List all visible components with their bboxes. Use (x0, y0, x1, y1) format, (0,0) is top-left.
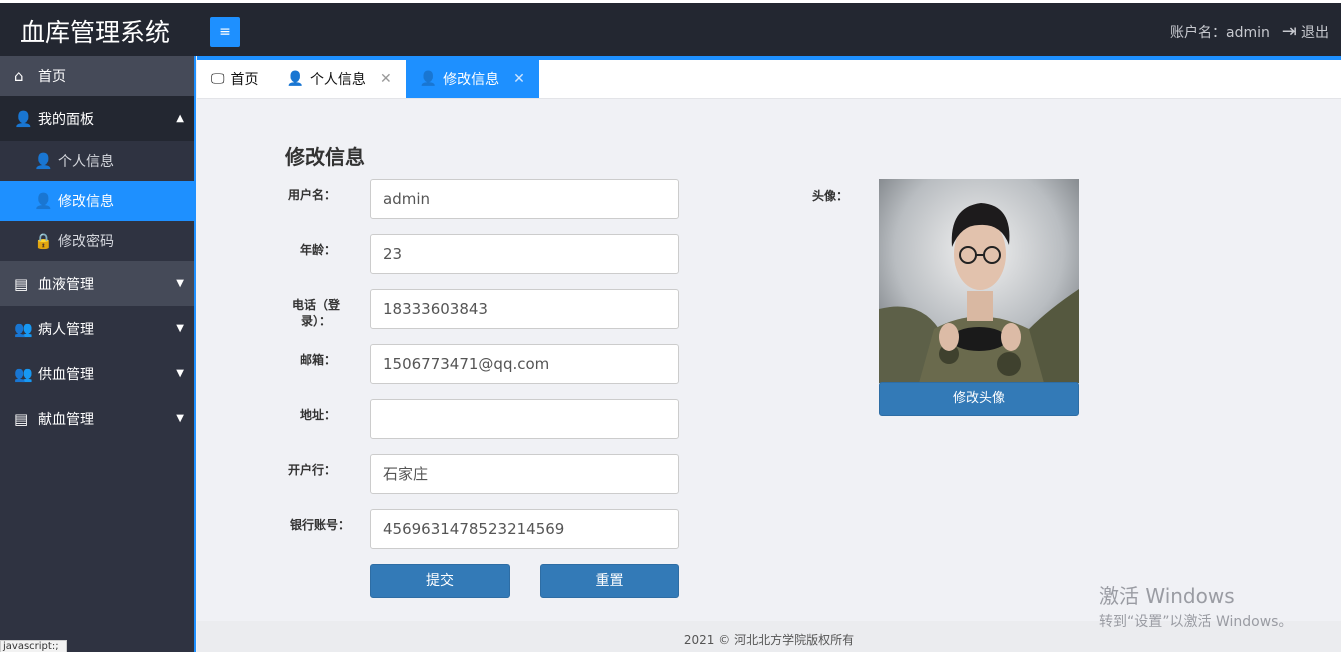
sidebar-item-label: 修改密码 (58, 234, 114, 250)
user-area: 账户名：admin ⇥ 退出 (1170, 21, 1329, 42)
bank-account-label: 银行账号： (289, 518, 350, 532)
user-icon: 👤 (14, 109, 33, 128)
sidebar-item-blood[interactable]: ▤ 血液管理 ▼ (0, 261, 194, 306)
chevron-down-icon: ▼ (176, 278, 184, 289)
sidebar-item-patient[interactable]: 👥 病人管理 ▼ (0, 306, 194, 351)
logout-icon: ⇥ (1281, 21, 1297, 42)
sidebar-subitem-edit-info[interactable]: 👤 修改信息 (0, 181, 194, 221)
sidebar-subitem-change-password[interactable]: 🔒 修改密码 (0, 221, 194, 261)
sidebar-item-home[interactable]: ⌂ 首页 (0, 56, 194, 96)
age-field[interactable]: 23 (370, 234, 679, 274)
close-icon[interactable]: ✕ (380, 71, 392, 87)
account-name: 账户名：admin (1170, 24, 1270, 41)
sidebar-item-label: 修改信息 (58, 194, 114, 210)
avatar-image (879, 179, 1079, 383)
watermark-title: 激活 Windows (1099, 584, 1235, 608)
user-card-icon: 👤 (286, 71, 304, 87)
user-card-icon: 👤 (34, 152, 53, 170)
address-label: 地址： (299, 408, 336, 422)
reset-button[interactable]: 重置 (540, 564, 679, 598)
tab-edit-info[interactable]: 👤 修改信息 ✕ (405, 60, 539, 98)
sidebar-item-label: 病人管理 (38, 321, 94, 338)
chevron-up-icon: ▲ (176, 113, 184, 124)
sidebar-item-label: 供血管理 (38, 366, 94, 383)
close-icon[interactable]: ✕ (513, 71, 525, 87)
document-icon: ▤ (14, 274, 29, 293)
user-edit-icon: 👤 (34, 192, 53, 210)
users-icon: 👥 (14, 319, 33, 338)
sidebar-item-supply[interactable]: 👥 供血管理 ▼ (0, 351, 194, 396)
app-title: 血库管理系统 (20, 18, 171, 47)
top-bar: 血库管理系统 ≡ 账户名：admin ⇥ 退出 (0, 0, 1341, 56)
sidebar-item-donate[interactable]: ▤ 献血管理 ▼ (0, 396, 194, 441)
tab-label: 修改信息 (443, 72, 500, 88)
phone-field[interactable]: 18333603843 (370, 289, 679, 329)
avatar-label: 头像： (812, 189, 849, 203)
username-field[interactable]: admin (370, 179, 679, 219)
monitor-icon: 🖵 (211, 71, 225, 87)
email-label: 邮箱： (299, 353, 336, 367)
username-label: 用户名： (287, 188, 336, 202)
change-avatar-button[interactable]: 修改头像 (879, 382, 1079, 416)
home-icon: ⌂ (14, 67, 24, 85)
bank-field[interactable]: 石家庄 (370, 454, 679, 494)
logout-link[interactable]: ⇥ 退出 (1282, 21, 1329, 42)
browser-status-bar: javascript:; (0, 640, 67, 652)
watermark-subtitle: 转到“设置”以激活 Windows。 (1099, 614, 1293, 630)
tab-label: 首页 (230, 72, 259, 88)
tab-profile[interactable]: 👤 个人信息 ✕ (273, 60, 406, 98)
email-field[interactable]: 1506773471@qq.com (370, 344, 679, 384)
bank-label: 开户行： (287, 463, 336, 477)
users-icon: 👥 (14, 364, 33, 383)
age-label: 年龄： (299, 243, 336, 257)
user-edit-icon: 👤 (419, 71, 438, 87)
sidebar-item-label: 个人信息 (58, 154, 114, 170)
phone-label: 电话（登录）： (291, 298, 340, 328)
user-lock-icon: 🔒 (34, 232, 53, 250)
tab-home[interactable]: 🖵 首页 (197, 60, 273, 98)
tab-label: 个人信息 (309, 72, 366, 88)
sidebar-subitem-profile[interactable]: 👤 个人信息 (0, 141, 194, 181)
sidebar-item-my-panel[interactable]: 👤 我的面板 ▲ (0, 96, 194, 141)
sidebar-item-label: 血液管理 (38, 276, 94, 293)
sidebar-item-label: 首页 (38, 69, 66, 85)
chevron-down-icon: ▼ (176, 323, 184, 334)
submit-button[interactable]: 提交 (370, 564, 510, 598)
sidebar-item-label: 我的面板 (38, 111, 94, 128)
address-field[interactable] (370, 399, 679, 439)
tab-bar: 🖵 首页 👤 个人信息 ✕ 👤 修改信息 ✕ (197, 56, 1341, 99)
chevron-down-icon: ▼ (176, 413, 184, 424)
avatar (879, 179, 1079, 383)
menu-toggle-button[interactable]: ≡ (210, 17, 240, 47)
windows-activation-watermark: 激活 Windows 转到“设置”以激活 Windows。 (1099, 580, 1292, 631)
chevron-down-icon: ▼ (176, 368, 184, 379)
page-title: 修改信息 (285, 145, 365, 169)
document-icon: ▤ (14, 409, 29, 428)
sidebar: ⌂ 首页 👤 我的面板 ▲ 👤 个人信息 👤 修改信息 🔒 修改密码 ▤ 血液管… (0, 56, 196, 652)
bank-account-field[interactable]: 4569631478523214569 (370, 509, 679, 549)
logout-label: 退出 (1301, 24, 1329, 41)
sidebar-item-label: 献血管理 (38, 411, 94, 428)
